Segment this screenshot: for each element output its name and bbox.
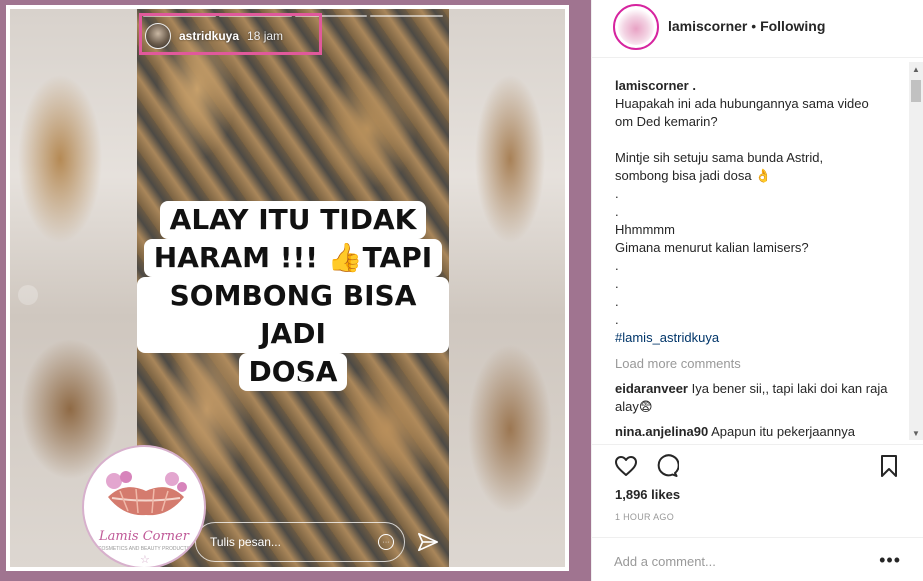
caption-line: Huapakah ini ada hubungannya sama video (615, 96, 869, 111)
post-image-frame: astridkuya 18 jam ALAY ITU TIDAK HARAM !… (6, 5, 569, 571)
profile-username[interactable]: lamiscorner (668, 18, 747, 34)
caption-line: . (615, 204, 619, 219)
story-reply-field: Tulis pesan... ··· (195, 522, 405, 562)
scroll-up-icon[interactable]: ▲ (909, 62, 923, 76)
post-header-text: lamiscorner • Following (668, 18, 825, 34)
heart-icon[interactable] (614, 454, 638, 478)
scroll-thumb[interactable] (911, 80, 921, 102)
caption-line: . (615, 258, 619, 273)
lips-logo-icon (106, 471, 187, 516)
caption-line: Hhmmmm (615, 222, 675, 237)
more-icon: ··· (378, 534, 394, 550)
post-image[interactable]: astridkuya 18 jam ALAY ITU TIDAK HARAM !… (10, 9, 565, 567)
follow-button[interactable]: Following (760, 18, 825, 34)
comment-item: eidaranveer Iya bener sii,, tapi laki do… (615, 380, 900, 416)
scroll-down-icon[interactable]: ▼ (909, 426, 923, 440)
post-sidebar: lamiscorner • Following lamiscorner . Hu… (591, 0, 923, 581)
story-caption-line: HARAM !!! 👍TAPI (143, 239, 443, 277)
logo-title: Lamis Corner (99, 529, 189, 544)
comments-scrollbar[interactable]: ▲ ▼ (909, 62, 923, 440)
separator: • (747, 18, 761, 34)
comment-username[interactable]: eidaranveer (615, 381, 688, 396)
caption-line: Gimana menurut kalian lamisers? (615, 240, 809, 255)
load-more-comments[interactable]: Load more comments (615, 355, 900, 373)
more-options-button[interactable]: ••• (879, 551, 901, 569)
caption-line: . (615, 276, 619, 291)
caption-line: om Ded kemarin? (615, 114, 718, 129)
media-area: astridkuya 18 jam ALAY ITU TIDAK HARAM !… (0, 0, 575, 581)
post-caption: lamiscorner . Huapakah ini ada hubungann… (615, 77, 900, 347)
previous-arrow-icon[interactable] (18, 285, 38, 305)
comment-item: nina.anjelina90 Apapun itu pekerjaannya (615, 423, 900, 441)
send-icon (418, 532, 438, 552)
profile-avatar[interactable] (613, 4, 659, 50)
story-caption-line: ALAY ITU TIDAK (159, 201, 427, 239)
caption-line: . (615, 312, 619, 327)
star-icon: ☆ (140, 554, 150, 566)
story-caption-line: SOMBONG BISA JADI (137, 277, 449, 353)
comment-icon[interactable] (655, 454, 679, 478)
reply-placeholder: Tulis pesan... (210, 535, 281, 549)
post-time: 1 HOUR AGO (615, 512, 675, 522)
caption-line: . (615, 186, 619, 201)
lamis-corner-logo: Lamis Corner COSMETICS AND BEAUTY PRODUC… (82, 445, 206, 567)
likes-count[interactable]: 1,896 likes (615, 487, 680, 502)
story-caption: ALAY ITU TIDAK HARAM !!! 👍TAPI SOMBONG B… (137, 201, 449, 391)
caption-line (615, 131, 900, 149)
hashtag-link[interactable]: #lamis_astridkuya (615, 329, 900, 347)
caption-author[interactable]: lamiscorner . (615, 77, 900, 95)
caption-line: . (615, 294, 619, 309)
caption-line: sombong bisa jadi dosa 👌 (615, 168, 772, 183)
post-actions (592, 444, 923, 484)
highlight-box (139, 13, 322, 55)
story-dot (299, 373, 307, 381)
comment-username[interactable]: nina.anjelina90 (615, 424, 708, 439)
post-header: lamiscorner • Following (592, 0, 923, 58)
bookmark-icon[interactable] (877, 454, 901, 478)
caption-line: Mintje sih setuju sama bunda Astrid, (615, 150, 824, 165)
comments-section: lamiscorner . Huapakah ini ada hubungann… (592, 59, 923, 444)
add-comment-bar: ••• (592, 537, 923, 581)
add-comment-input[interactable] (614, 550, 854, 572)
story-caption-line: DOSA (238, 353, 348, 391)
comment-text: Apapun itu pekerjaannya (711, 424, 855, 439)
logo-subtitle: COSMETICS AND BEAUTY PRODUCTS (97, 546, 191, 552)
